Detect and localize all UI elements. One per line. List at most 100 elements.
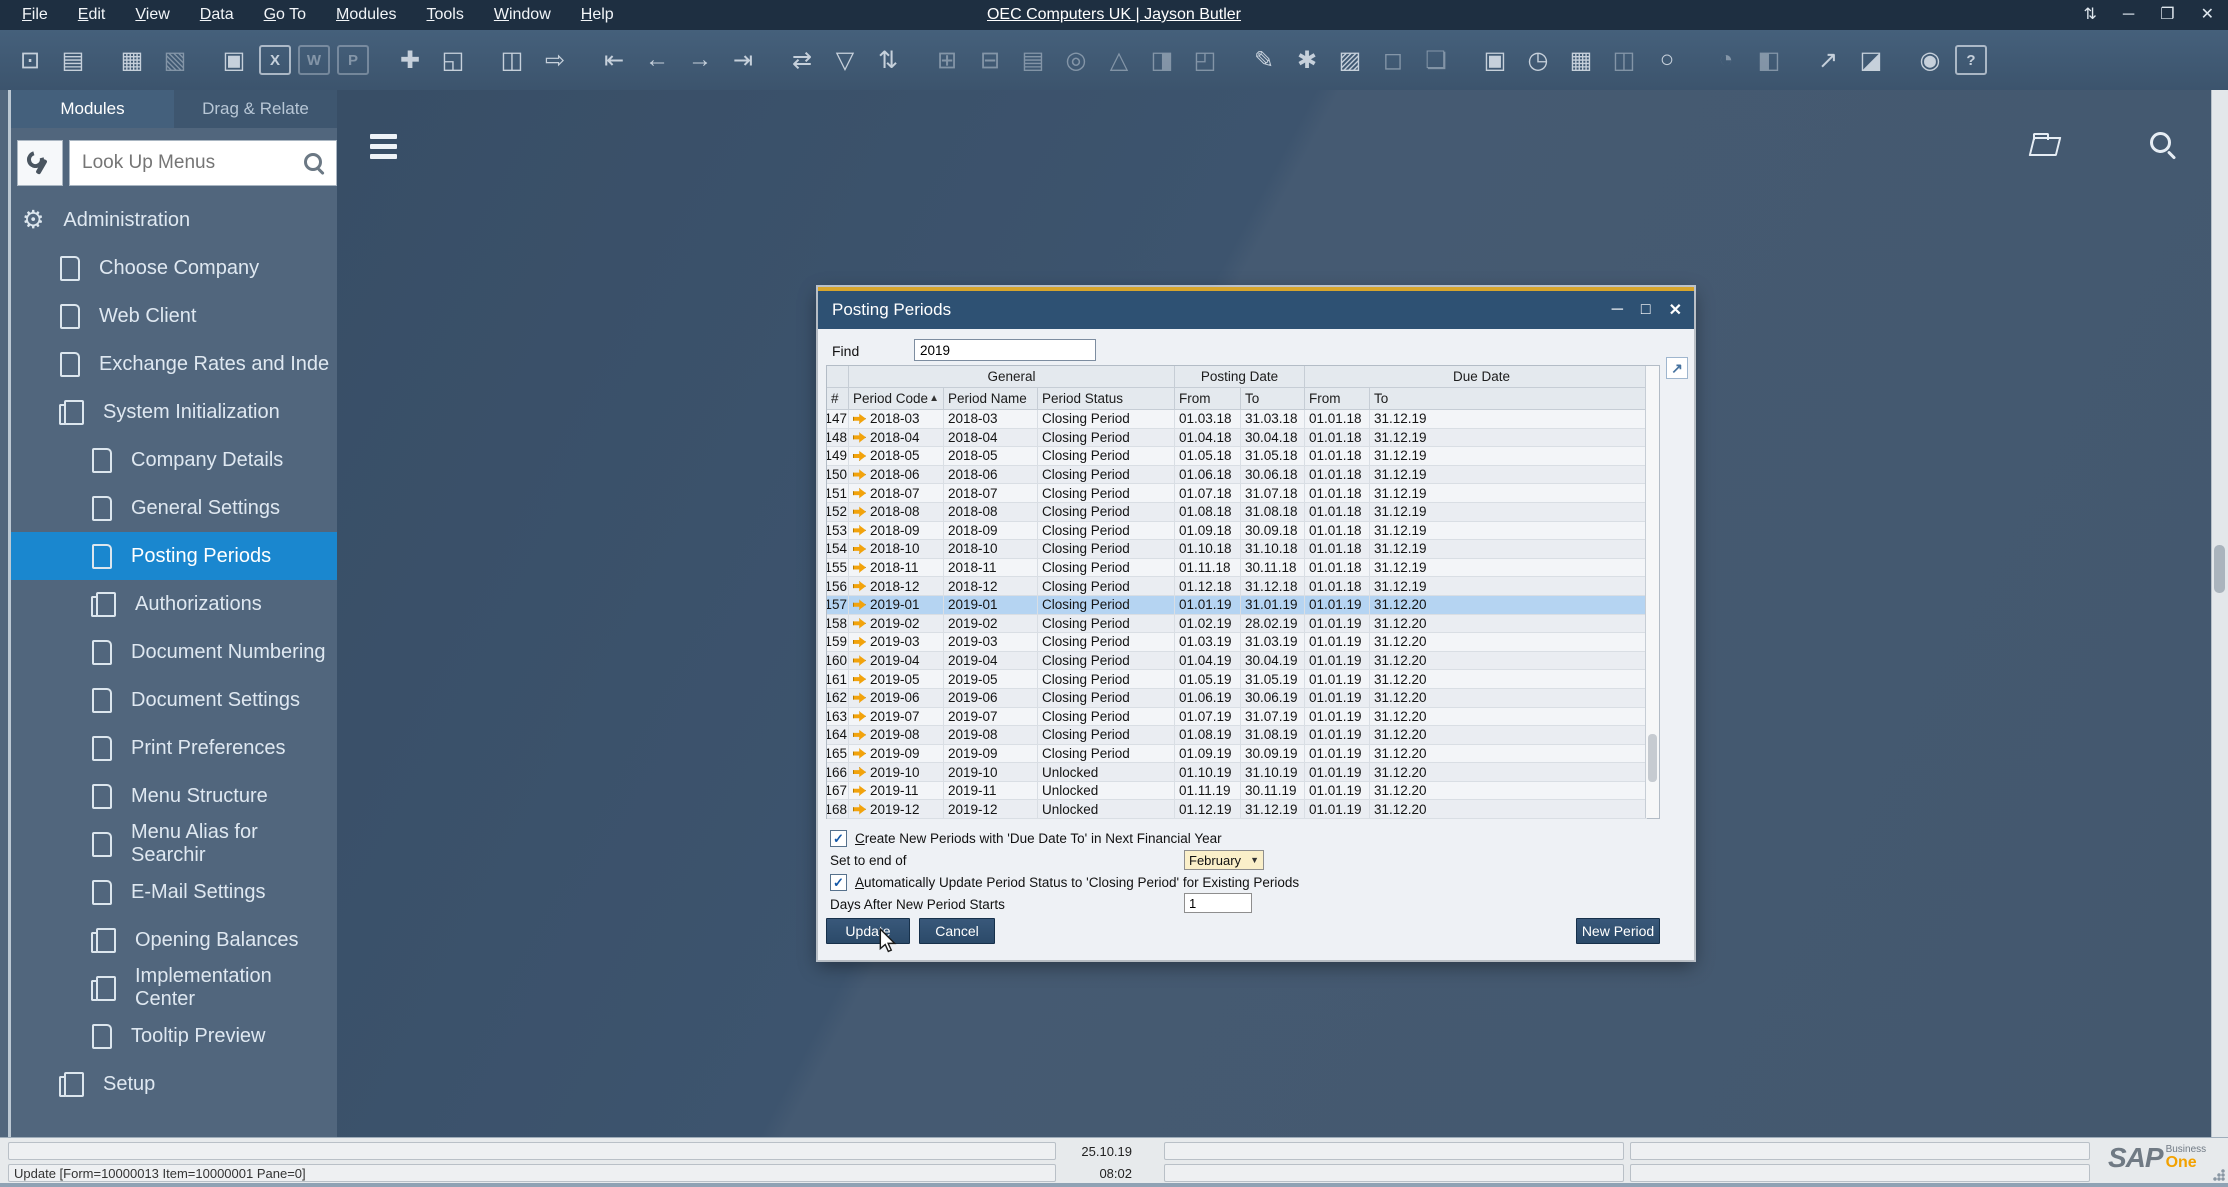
create-new-periods-checkbox[interactable]: ✓ [830, 830, 847, 847]
sidebar-item-print-preferences[interactable]: Print Preferences [11, 724, 337, 772]
table-scrollbar[interactable] [1645, 366, 1659, 818]
sidebar-item-menu-alias-for-searchir[interactable]: Menu Alias for Searchir [11, 820, 337, 868]
window-restore-icon[interactable]: ❐ [2160, 0, 2174, 30]
sidebar-item-exchange-rates-and-inde[interactable]: Exchange Rates and Inde [11, 340, 337, 388]
export-pdf-icon[interactable]: P [337, 45, 369, 75]
sidebar-item-web-client[interactable]: Web Client [11, 292, 337, 340]
menu-settings-button[interactable] [17, 140, 63, 186]
table-row-period-2018-04[interactable]: 1482018-042018-04Closing Period01.04.183… [827, 429, 1647, 448]
copy-table-icon[interactable]: ▣ [216, 42, 252, 78]
add-row-icon[interactable]: ⊞ [929, 42, 965, 78]
sidebar-item-authorizations[interactable]: Authorizations [11, 580, 337, 628]
table-row-period-2018-07[interactable]: 1512018-072018-07Closing Period01.07.183… [827, 484, 1647, 503]
desktop-scrollbar-thumb[interactable] [2214, 545, 2225, 593]
menu-item-view[interactable]: View [135, 6, 169, 24]
link-arrow-icon[interactable] [853, 450, 866, 461]
link-arrow-icon[interactable] [853, 618, 866, 629]
lookup-menus-input[interactable] [70, 141, 336, 185]
dialog-titlebar[interactable]: Posting Periods ─ □ ✕ [818, 291, 1694, 329]
lock-screen-icon[interactable]: ◱ [435, 42, 471, 78]
menu-item-window[interactable]: Window [494, 6, 551, 24]
link-arrow-icon[interactable] [853, 469, 866, 480]
web-browser-icon[interactable]: ◉ [1912, 42, 1948, 78]
first-record-icon[interactable]: ⇤ [596, 42, 632, 78]
table-row-period-2019-09[interactable]: 1652019-092019-09Closing Period01.09.193… [827, 745, 1647, 764]
approved-document-icon[interactable]: ▣ [1477, 42, 1513, 78]
filter-table-icon[interactable]: ▽ [827, 42, 863, 78]
desktop-scrollbar[interactable] [2211, 90, 2228, 1137]
sidebar-item-document-settings[interactable]: Document Settings [11, 676, 337, 724]
ledger-icon[interactable]: ▦ [1563, 42, 1599, 78]
link-arrow-icon[interactable] [853, 562, 866, 573]
table-row-period-2019-06[interactable]: 1622019-062019-06Closing Period01.06.193… [827, 689, 1647, 708]
open-folder-icon[interactable] [2031, 133, 2063, 157]
previous-record-icon[interactable]: ← [639, 42, 675, 78]
sidebar-item-company-details[interactable]: Company Details [11, 436, 337, 484]
link-arrow-icon[interactable] [853, 674, 866, 685]
form-settings-icon[interactable]: ✱ [1289, 42, 1325, 78]
dialog-maximize-icon[interactable]: □ [1641, 301, 1651, 319]
link-arrow-icon[interactable] [853, 432, 866, 443]
column-header-to-due[interactable]: To [1370, 388, 1659, 410]
table-row-period-2019-12[interactable]: 1682019-122019-12Unlocked01.12.1931.12.1… [827, 800, 1647, 819]
column-header-period-name[interactable]: Period Name [944, 388, 1038, 410]
menu-item-help[interactable]: Help [581, 6, 614, 24]
find-input[interactable] [914, 339, 1096, 361]
link-arrow-icon[interactable] [853, 543, 866, 554]
sidebar-item-system-initialization[interactable]: System Initialization [11, 388, 337, 436]
next-record-icon[interactable]: → [682, 42, 718, 78]
table-row-period-2019-03[interactable]: 1592019-032019-03Closing Period01.03.193… [827, 633, 1647, 652]
table-row-period-2018-05[interactable]: 1492018-052018-05Closing Period01.05.183… [827, 447, 1647, 466]
link-arrow-icon[interactable] [853, 525, 866, 536]
delivery-schedule-icon[interactable]: ◔ [1708, 42, 1744, 78]
find-icon[interactable]: ⊡ [12, 42, 48, 78]
sidebar-tab-drag-relate[interactable]: Drag & Relate [174, 90, 337, 128]
table-row-period-2018-03[interactable]: 1472018-032018-03Closing Period01.03.183… [827, 410, 1647, 429]
sidebar-item-menu-structure[interactable]: Menu Structure [11, 772, 337, 820]
hamburger-menu-icon[interactable] [370, 134, 397, 159]
sidebar-item-setup[interactable]: Setup [11, 1060, 337, 1108]
menu-item-tools[interactable]: Tools [426, 6, 463, 24]
table-row-period-2019-05[interactable]: 1612019-052019-05Closing Period01.05.193… [827, 670, 1647, 689]
org-chart-icon[interactable]: ◫ [1606, 42, 1642, 78]
auto-update-checkbox[interactable]: ✓ [830, 874, 847, 891]
table-row-period-2018-11[interactable]: 1552018-112018-11Closing Period01.11.183… [827, 559, 1647, 578]
find-record-icon[interactable]: ◫ [494, 42, 530, 78]
menu-item-edit[interactable]: Edit [78, 6, 106, 24]
serial-batch-icon[interactable]: ◨ [1144, 42, 1180, 78]
edit-icon[interactable]: ✎ [1246, 42, 1282, 78]
link-arrow-icon[interactable] [853, 506, 866, 517]
new-period-button[interactable]: New Period [1576, 918, 1660, 944]
sidebar-item-document-numbering[interactable]: Document Numbering [11, 628, 337, 676]
package-icon[interactable]: ◧ [1751, 42, 1787, 78]
table-row-period-2019-01[interactable]: 1572019-012019-01Closing Period01.01.193… [827, 596, 1647, 615]
link-arrow-icon[interactable] [853, 692, 866, 703]
sidebar-item-choose-company[interactable]: Choose Company [11, 244, 337, 292]
resize-grip[interactable] [2213, 1169, 2225, 1181]
remarks-icon[interactable]: ◻ [1375, 42, 1411, 78]
menu-item-go-to[interactable]: Go To [264, 6, 306, 24]
send-message-icon[interactable]: ▧ [157, 42, 193, 78]
sort-table-icon[interactable]: ⇅ [870, 42, 906, 78]
document-search-icon[interactable]: ◰ [1187, 42, 1223, 78]
table-row-period-2018-06[interactable]: 1502018-062018-06Closing Period01.06.183… [827, 466, 1647, 485]
dialog-minimize-icon[interactable]: ─ [1612, 301, 1623, 319]
export-excel-icon[interactable]: X [259, 45, 291, 75]
link-arrow-icon[interactable] [853, 785, 866, 796]
table-row-period-2019-07[interactable]: 1632019-072019-07Closing Period01.07.193… [827, 708, 1647, 727]
table-row-period-2018-12[interactable]: 1562018-122018-12Closing Period01.12.183… [827, 577, 1647, 596]
sidebar-item-implementation-center[interactable]: Implementation Center [11, 964, 337, 1012]
table-row-period-2018-10[interactable]: 1542018-102018-10Closing Period01.10.183… [827, 540, 1647, 559]
table-row-period-2018-09[interactable]: 1532018-092018-09Closing Period01.09.183… [827, 522, 1647, 541]
link-arrow-icon[interactable] [853, 413, 866, 424]
window-minimize-icon[interactable]: ─ [2123, 0, 2134, 30]
document-edit-icon[interactable]: ▨ [1332, 42, 1368, 78]
chart-editing-icon[interactable]: ◪ [1853, 42, 1889, 78]
global-search-icon[interactable] [2148, 130, 2178, 160]
table-scrollbar-thumb[interactable] [1648, 734, 1657, 782]
link-arrow-icon[interactable] [853, 655, 866, 666]
window-arrange-icon[interactable]: ⇅ [2084, 0, 2097, 30]
refresh-record-icon[interactable]: ⇄ [784, 42, 820, 78]
expand-table-icon[interactable]: ↗ [1666, 357, 1688, 379]
goto-record-icon[interactable]: ⇨ [537, 42, 573, 78]
